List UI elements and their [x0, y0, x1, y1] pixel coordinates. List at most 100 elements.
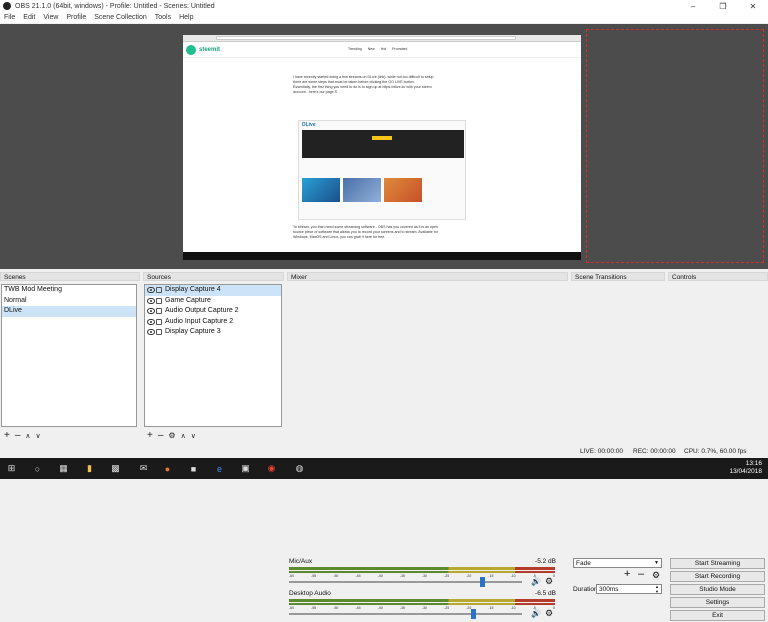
tick: -20	[466, 574, 472, 578]
add-transition-icon[interactable]: +	[624, 568, 630, 580]
menu-file[interactable]: File	[4, 14, 15, 21]
tick: -10	[510, 606, 516, 610]
chrome-icon[interactable]: ◉	[266, 463, 277, 474]
scene-item[interactable]: Normal	[2, 296, 136, 307]
firefox-icon[interactable]: ●	[162, 463, 173, 474]
spin-arrows-icon[interactable]: ▲ ▼	[655, 584, 659, 594]
volume-meter	[289, 603, 555, 605]
mail-icon[interactable]: ✉	[138, 463, 149, 474]
transition-gear-icon[interactable]: ⚙	[652, 570, 660, 581]
scene-item-selected[interactable]: DLive	[2, 306, 136, 317]
close-icon[interactable]: ✕	[738, 0, 768, 12]
source-item-selected[interactable]: Display Capture 4	[145, 285, 281, 296]
menu-view[interactable]: View	[43, 14, 58, 21]
dlive-thumbnails	[302, 178, 422, 202]
source-item[interactable]: Game Capture	[145, 296, 281, 307]
transition-select[interactable]: Fade ▼	[573, 558, 662, 568]
hidden-eye-icon[interactable]	[147, 318, 155, 325]
scenes-list[interactable]: TWB Mod Meeting Normal DLive	[1, 284, 137, 427]
file-explorer-icon[interactable]: ▮	[84, 463, 95, 474]
speaker-icon[interactable]: 🔊	[531, 609, 541, 618]
speaker-icon[interactable]: 🔊	[531, 577, 541, 586]
hidden-eye-icon[interactable]	[147, 308, 155, 315]
source-bounding-box[interactable]	[586, 29, 764, 263]
track-name: Desktop Audio	[289, 590, 331, 597]
source-label: Game Capture	[165, 296, 211, 304]
source-item[interactable]: Display Capture 3	[145, 327, 281, 338]
meter-ticks: -60 -55 -50 -45 -40 -35 -30 -25 -20 -15 -10 -5 0	[289, 574, 555, 578]
scenes-toolbar: + – ∧ ∨	[1, 430, 41, 441]
tick: -15	[488, 606, 494, 610]
volume-meter	[289, 567, 555, 570]
settings-button[interactable]: Settings	[670, 597, 765, 608]
volume-meter	[289, 571, 555, 573]
add-scene-icon[interactable]: +	[4, 430, 10, 441]
remove-source-icon[interactable]: –	[158, 430, 164, 441]
source-item[interactable]: Audio Output Capture 2	[145, 306, 281, 317]
source-label: Audio Output Capture 2	[165, 307, 239, 314]
visibility-eye-icon[interactable]	[147, 287, 155, 294]
store-icon[interactable]: ▩	[110, 463, 121, 474]
exit-button[interactable]: Exit	[670, 610, 765, 621]
menu-help[interactable]: Help	[179, 14, 193, 21]
move-down-icon[interactable]: ∨	[36, 432, 41, 440]
windows-start-icon[interactable]: ⊞	[6, 463, 17, 474]
volume-slider[interactable]	[289, 609, 522, 619]
source-label: Display Capture 4	[165, 286, 221, 293]
tick: -55	[311, 574, 317, 578]
sources-list[interactable]: Display Capture 4 Game Capture Audio Out…	[144, 284, 282, 427]
volume-slider[interactable]	[289, 577, 522, 587]
article-line: Windows, MacOS and Linux, you can grab i…	[293, 235, 386, 239]
tick: -40	[377, 606, 383, 610]
dlive-label: DLive	[302, 122, 316, 128]
track-name: Mic/Aux	[289, 558, 313, 565]
start-streaming-button[interactable]: Start Streaming	[670, 558, 765, 569]
lock-icon[interactable]	[156, 329, 162, 336]
search-icon[interactable]: ○	[32, 463, 43, 474]
task-view-icon[interactable]: ▦	[58, 463, 69, 474]
photos-icon[interactable]: ■	[188, 463, 199, 474]
gear-icon[interactable]: ⚙	[545, 576, 553, 587]
sources-panel: Sources Display Capture 4 Game Capture A…	[143, 272, 284, 443]
source-item[interactable]: Audio Input Capture 2	[145, 317, 281, 328]
minimize-icon[interactable]: –	[678, 0, 708, 12]
sources-header: Sources	[143, 272, 284, 281]
menu-scene-collection[interactable]: Scene Collection	[94, 14, 147, 21]
menu-tools[interactable]: Tools	[155, 14, 171, 21]
source-properties-gear-icon[interactable]: ⚙	[168, 431, 175, 440]
visibility-eye-icon[interactable]	[147, 329, 155, 336]
maximize-icon[interactable]: ❐	[708, 0, 738, 12]
lock-icon[interactable]	[156, 318, 162, 325]
add-source-icon[interactable]: +	[147, 430, 153, 441]
hidden-eye-icon[interactable]	[147, 297, 155, 304]
duration-spinbox[interactable]: 300ms ▲ ▼	[596, 584, 662, 594]
scene-transitions-panel: Scene Transitions	[571, 272, 665, 443]
edge-icon[interactable]: e	[214, 463, 225, 474]
tick: -55	[311, 606, 317, 610]
thumbnail	[343, 178, 381, 202]
lock-icon[interactable]	[156, 308, 162, 315]
menu-profile[interactable]: Profile	[66, 14, 86, 21]
mixer-panel: Mixer	[287, 272, 568, 443]
volume-slider-knob[interactable]	[471, 609, 477, 619]
move-down-icon[interactable]: ∨	[191, 432, 196, 440]
captured-taskbar	[183, 252, 581, 260]
system-clock[interactable]: 13:16 13/04/2018	[729, 460, 762, 476]
studio-mode-button[interactable]: Studio Mode	[670, 584, 765, 595]
transition-value: Fade	[576, 560, 591, 567]
volume-slider-knob[interactable]	[480, 577, 486, 587]
obs-taskbar-icon[interactable]: ◍	[294, 463, 305, 474]
move-up-icon[interactable]: ∧	[25, 432, 30, 440]
remove-scene-icon[interactable]: –	[15, 430, 21, 441]
dock-panels: Scenes TWB Mod Meeting Normal DLive + – …	[0, 272, 768, 621]
app-icon[interactable]: ▣	[240, 463, 251, 474]
scene-item[interactable]: TWB Mod Meeting	[2, 285, 136, 296]
menu-edit[interactable]: Edit	[23, 14, 35, 21]
remove-transition-icon[interactable]: –	[638, 568, 644, 580]
start-recording-button[interactable]: Start Recording	[670, 571, 765, 582]
gear-icon[interactable]: ⚙	[545, 608, 553, 619]
clock-date: 13/04/2018	[729, 468, 762, 475]
lock-icon[interactable]	[156, 287, 162, 294]
lock-icon[interactable]	[156, 297, 162, 304]
move-up-icon[interactable]: ∧	[181, 432, 186, 440]
